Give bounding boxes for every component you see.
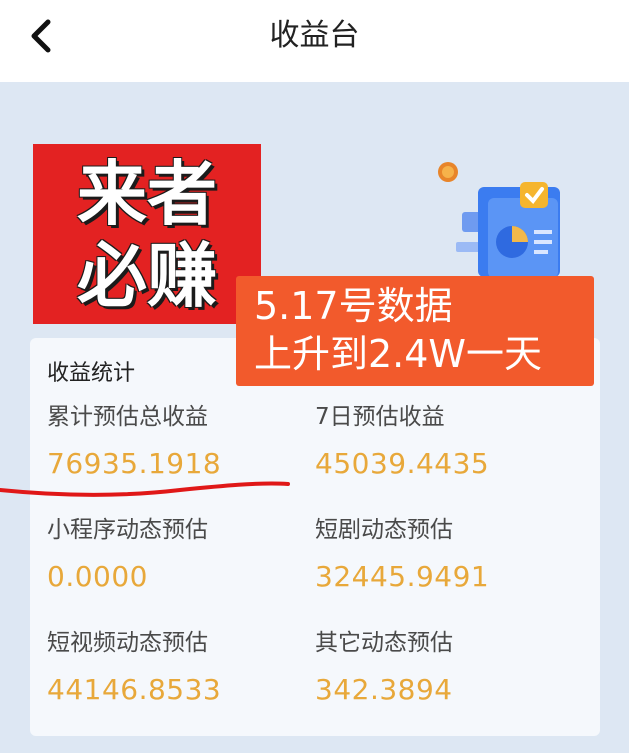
other-label: 其它动态预估 — [315, 630, 453, 656]
document-chart-icon — [438, 162, 560, 278]
total-estimate-label: 累计预估总收益 — [47, 404, 208, 430]
notice-banner: 5.17号数据 上升到2.4W一天 — [236, 276, 594, 386]
top-bar: 收益台 — [0, 0, 629, 82]
page-title: 收益台 — [269, 18, 360, 53]
promo-banner: 来者 必赚 — [33, 144, 261, 324]
shortvideo-value: 44146.8533 — [47, 673, 222, 706]
miniprogram-label: 小程序动态预估 — [47, 517, 208, 543]
shortdrama-value: 32445.9491 — [315, 560, 490, 593]
promo-line-2: 必赚 — [77, 235, 217, 317]
miniprogram-value: 0.0000 — [47, 560, 148, 593]
week-estimate-value: 45039.4435 — [315, 447, 490, 480]
shortvideo-label: 短视频动态预估 — [47, 630, 208, 656]
other-value: 342.3894 — [315, 673, 453, 706]
promo-line-1: 来者 — [77, 153, 217, 235]
notice-line-2: 上升到2.4W一天 — [254, 332, 543, 376]
red-underline-annotation — [0, 481, 290, 497]
week-estimate-label: 7日预估收益 — [315, 404, 445, 430]
notice-line-1: 5.17号数据 — [254, 284, 453, 328]
shortdrama-label: 短剧动态预估 — [315, 517, 453, 543]
section-title: 收益统计 — [47, 361, 136, 386]
